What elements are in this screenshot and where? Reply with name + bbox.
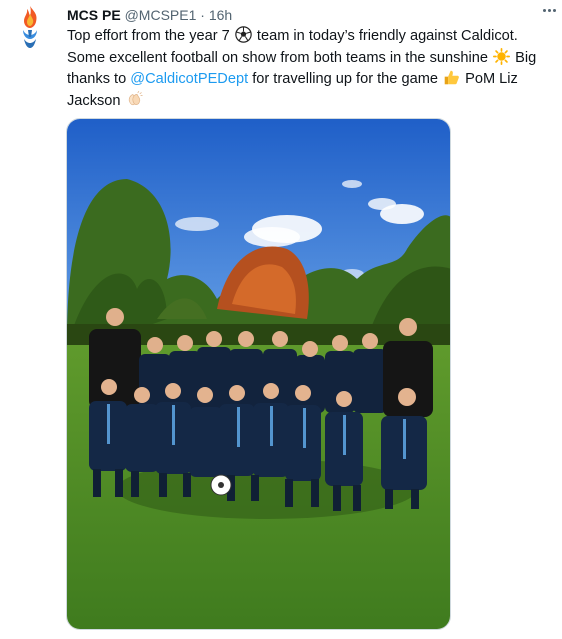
- avatar[interactable]: [14, 4, 46, 52]
- tweet-text-part4: for travelling up for the game: [252, 71, 438, 87]
- team-photo[interactable]: [66, 118, 451, 630]
- tweet-header: MCS PE @MCSPE1 · 16h: [67, 6, 232, 24]
- tweet-text-part1: Top effort from the year 7: [67, 28, 230, 44]
- flame-logo-icon: [23, 6, 37, 48]
- team-photo-image: [67, 119, 450, 629]
- author-handle[interactable]: @MCSPE1: [125, 7, 197, 23]
- tweet-text: Top effort from the year 7 team in today…: [67, 26, 557, 112]
- author-name[interactable]: MCS PE: [67, 7, 121, 23]
- separator: ·: [200, 7, 205, 23]
- thumbs-up-icon: [443, 69, 460, 86]
- tweet[interactable]: MCS PE @MCSPE1 · 16h Top effort from the…: [0, 0, 562, 639]
- clapping-hands-icon: [126, 90, 143, 108]
- mention-link[interactable]: @CaldicotPEDept: [130, 71, 248, 87]
- sun-icon: [493, 47, 511, 65]
- timestamp[interactable]: 16h: [209, 7, 232, 23]
- soccer-ball-icon: [235, 26, 252, 43]
- more-options-icon[interactable]: [540, 4, 558, 16]
